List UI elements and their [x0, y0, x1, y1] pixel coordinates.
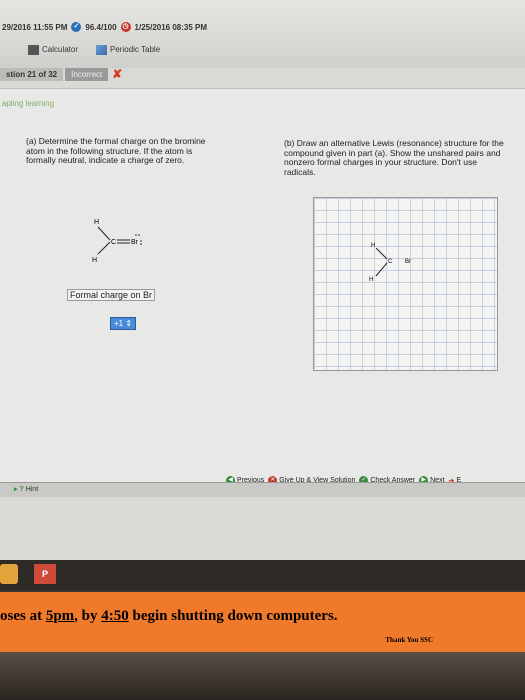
datetime-text: 29/2016 11:55 PM: [2, 22, 68, 32]
sign-mid: , by: [74, 608, 102, 624]
molecule-b-bromine: Br: [405, 259, 411, 265]
periodic-table-button[interactable]: Periodic Table: [96, 45, 160, 55]
periodic-table-icon: [96, 45, 108, 55]
hint-label: Hint: [25, 486, 39, 493]
sign-prefix: oses at: [0, 608, 46, 624]
question-tab[interactable]: stion 21 of 32: [0, 67, 64, 81]
hint-toggle[interactable]: ▸ ? Hint: [14, 485, 38, 493]
molecule-a-carbon: C: [111, 239, 116, 246]
sign-time-2: 4:50: [101, 608, 129, 624]
due-date-text: 1/25/2016 08:35 PM: [134, 22, 208, 32]
formal-charge-label: Formal charge on Br: [67, 289, 156, 301]
molecule-b-structure: H H C Br: [369, 243, 411, 283]
chrome-taskbar-icon[interactable]: [0, 564, 18, 584]
molecule-b-h-top: H: [371, 243, 375, 249]
status-badge: Incorrect: [65, 67, 109, 81]
part-b-prompt: (b) Draw an alternative Lewis (resonance…: [284, 138, 504, 177]
sign-time-1: 5pm: [45, 608, 75, 624]
molecule-a-bromine: Br: [131, 239, 139, 246]
sign-suffix: begin shutting down computers.: [128, 608, 338, 624]
sign-message: oses at 5pm, by 4:50 begin shutting down…: [0, 608, 338, 625]
powerpoint-taskbar-icon[interactable]: P: [34, 564, 56, 584]
score-text: 96.4/100: [85, 22, 117, 32]
lightbulb-icon: ▸ ?: [14, 486, 24, 493]
taskbar: P: [0, 560, 525, 590]
status-row: 29/2016 11:55 PM ✓ 96.4/100 ◷ 1/25/2016 …: [2, 22, 207, 32]
molecule-a-structure: H H C Br: [92, 219, 142, 264]
desk-background: [0, 652, 525, 700]
calculator-label: Calculator: [42, 45, 79, 55]
molecule-a-h-top: H: [94, 219, 99, 226]
due-date-icon: ◷: [120, 22, 131, 32]
periodic-table-label: Periodic Table: [110, 45, 161, 55]
calculator-button[interactable]: Calculator: [28, 45, 78, 55]
paper-sign: oses at 5pm, by 4:50 begin shutting down…: [0, 592, 525, 652]
tools-row: Calculator Periodic Table: [28, 45, 160, 55]
molecule-b-h-bottom: H: [369, 277, 373, 283]
incorrect-x-icon: ✘: [112, 67, 123, 81]
molecule-b-carbon: C: [388, 259, 393, 265]
sapling-logo: apling learning: [2, 99, 55, 108]
question-bar: stion 21 of 32 Incorrect ✘: [0, 66, 122, 82]
calculator-icon: [28, 45, 39, 55]
formal-charge-value: +1: [114, 319, 124, 328]
browser-screen: 29/2016 11:55 PM ✓ 96.4/100 ◷ 1/25/2016 …: [0, 0, 525, 560]
top-toolbar: 29/2016 11:55 PM ✓ 96.4/100 ◷ 1/25/2016 …: [0, 0, 525, 68]
hint-bar: ▸ ? Hint: [0, 482, 525, 497]
molecule-a-h-bottom: H: [92, 257, 97, 264]
formal-charge-stepper[interactable]: +1 ⇕: [110, 317, 137, 330]
sign-thanks: Thank You SSC: [385, 636, 433, 644]
question-panel: apling learning (a) Determine the formal…: [0, 88, 525, 489]
score-icon: ✓: [71, 22, 82, 32]
part-a-prompt: (a) Determine the formal charge on the b…: [26, 136, 206, 165]
